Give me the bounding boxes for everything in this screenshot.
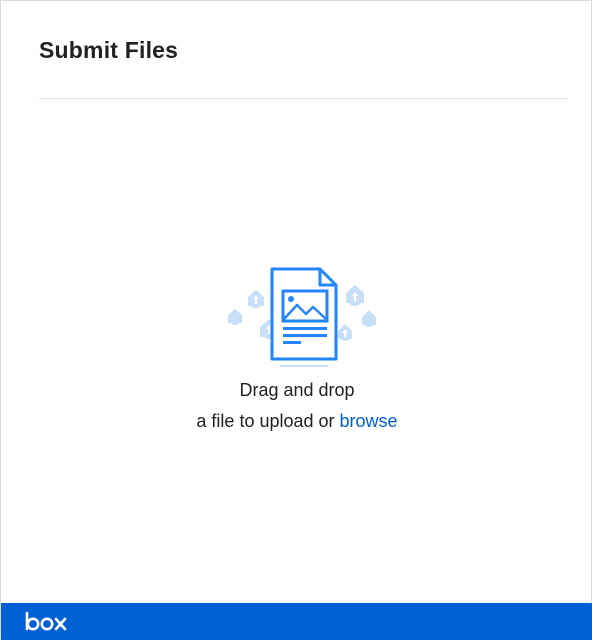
upload-instruction: a file to upload or browse: [2, 411, 592, 432]
upload-instruction-text: a file to upload or: [196, 411, 340, 431]
submit-files-panel: Submit Files Drag and drop a file to upl…: [0, 0, 592, 640]
page-title: Submit Files: [39, 37, 179, 63]
drag-drop-instruction: Drag and drop: [239, 380, 355, 400]
footer-bar: [1, 603, 592, 640]
box-logo-icon: [25, 611, 67, 631]
file-upload-illustration-icon: [228, 267, 376, 367]
file-drop-zone[interactable]: Drag and drop a file to upload or browse: [2, 99, 592, 602]
browse-link[interactable]: browse: [340, 411, 398, 431]
